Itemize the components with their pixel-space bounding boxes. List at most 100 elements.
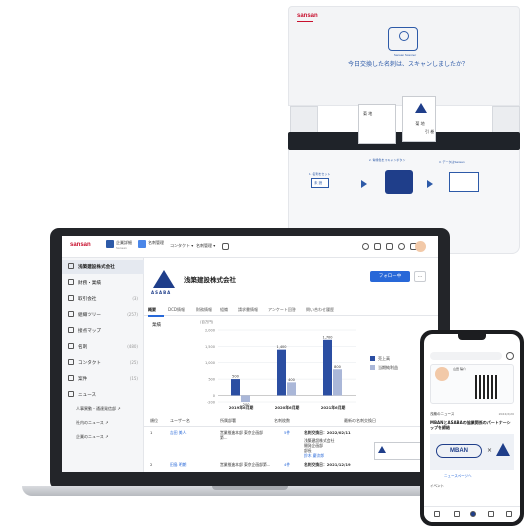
sidebar-item-cards[interactable]: 名刺 (480): [62, 340, 144, 354]
tab-invoice[interactable]: 請求書情報: [238, 307, 258, 313]
legend-label: 当期純利益: [378, 364, 398, 370]
sidebar-item-count: (25): [129, 360, 138, 365]
deal-icon: [68, 375, 74, 381]
sidebar-item-news[interactable]: ニュース: [62, 388, 144, 402]
mail-icon[interactable]: [386, 243, 393, 250]
tab-active-underline: [148, 315, 164, 317]
home-icon[interactable]: [434, 511, 440, 517]
chart-bar: [287, 382, 296, 396]
legend-label: 売上高: [378, 355, 390, 361]
card-exchange-table: 順位 ユーザー名 所属部署 名刺枚数 最新の名刺交換日 1 吉田 美人 営業推進…: [144, 416, 438, 472]
list-icon[interactable]: [488, 511, 494, 517]
card-name: 菊 地: [363, 111, 373, 116]
data-label: 1,400: [276, 345, 286, 349]
tab-inquiry[interactable]: 問い合わせ履歴: [306, 307, 334, 313]
sidebar-item-count: (15): [129, 376, 138, 381]
business-card-thumbnail[interactable]: [374, 442, 426, 460]
user-avatar[interactable]: [415, 241, 426, 252]
news-banner[interactable]: MBAN ×: [430, 434, 514, 470]
bar-chart-svg: 2,0001,5001,0005000-200500-2002019年6月期1,…: [205, 329, 398, 411]
sidebar-item-contacts[interactable]: コンタクト (25): [62, 356, 144, 370]
sidebar-item-count: (257): [127, 312, 138, 317]
scan-step-2: 2. 青緑色をスキャンボタン: [369, 158, 406, 162]
scanner: sansan Sansan Scanner 今日交換した名刺は、スキャンしました…: [282, 6, 524, 256]
sidebar-item-contact-map[interactable]: 接点マップ: [62, 324, 144, 338]
building-icon: [68, 263, 74, 269]
phone-business-card[interactable]: 山田 陽介: [430, 364, 514, 404]
more-button[interactable]: …: [414, 271, 426, 282]
asaba-logo-icon: [415, 103, 427, 113]
banner-cross: ×: [487, 447, 493, 454]
avatar: [435, 367, 449, 381]
app-logo[interactable]: sansan: [70, 242, 91, 248]
laptop-notch: [212, 486, 288, 490]
help-icon[interactable]: [362, 243, 369, 250]
nav-card-manage[interactable]: 名刺管理 ▾: [196, 243, 215, 248]
chart-bar: [333, 369, 342, 396]
cell-rank: 1: [150, 430, 153, 435]
share-icon[interactable]: [506, 352, 514, 360]
tab-finance[interactable]: 財務情報: [196, 307, 212, 313]
phone-news-headline[interactable]: MBANとASABAの協業関係のパートナーシップを締結: [430, 420, 514, 430]
tab-org[interactable]: 組織: [220, 307, 228, 313]
sidebar-sub-personnel[interactable]: 人事異動・通達発信部 ↗: [76, 406, 121, 412]
cell-detail-person[interactable]: 鈴木 慶次郎: [304, 453, 324, 459]
asaba-logo-icon: [496, 443, 510, 456]
y-tick-label: 2,000: [205, 329, 215, 333]
camera-icon[interactable]: [470, 511, 476, 517]
performance-chart: 業績 (百万円) 2,000 1,500 1,000 500 0 -200 500 -200 2…: [144, 318, 438, 414]
cell-user[interactable]: 吉田 美人: [170, 430, 186, 436]
phone-search-bar[interactable]: [430, 352, 502, 360]
nav-company[interactable]: 企業詳細 Sansan: [116, 240, 132, 251]
tab-dcd[interactable]: DCD情報: [168, 307, 185, 313]
nav-cards[interactable]: 名刺管理: [148, 240, 164, 245]
inbox-icon: 未 読: [311, 178, 329, 188]
th-dept: 所属部署: [220, 418, 236, 423]
company-icon: [106, 240, 114, 248]
main-content: ASABA 浅築建設株式会社 フォロー中 … 概要 DCD情報 財務情報 組織 …: [144, 258, 438, 472]
search-icon[interactable]: [454, 511, 460, 517]
chat-icon[interactable]: [398, 243, 405, 250]
th-date: 最新の名刺交換日: [344, 418, 376, 423]
phone-event-title: イベント: [430, 484, 444, 488]
cell-user[interactable]: 田島 明朗: [170, 462, 186, 468]
sidebar-item-deals[interactable]: 案件 (15): [62, 372, 144, 386]
chart-bar: [241, 395, 250, 402]
sidebar-item-label: 組織ツリー: [78, 313, 101, 318]
tab-overview[interactable]: 概要: [148, 307, 156, 313]
grid-icon[interactable]: [222, 243, 229, 250]
table-header-divider: [144, 426, 438, 427]
sidebar-item-count: (3): [132, 296, 138, 301]
menu-icon[interactable]: [506, 511, 512, 517]
sidebar-item-finance[interactable]: 財務・業績: [62, 276, 144, 290]
scanner-logo-underline: [297, 21, 313, 22]
card2-name2: 引 巻: [425, 129, 435, 134]
data-label: 1,700: [322, 335, 332, 339]
follow-button[interactable]: フォロー中: [370, 271, 410, 282]
cell-count[interactable]: 5件: [284, 430, 290, 436]
sidebar: 浅築建設株式会社 財務・業績 取引会社 (3) 組織ツリー (257) 接点マッ…: [62, 258, 144, 472]
phone-card-name: 山田 陽介: [453, 367, 466, 371]
cell-count[interactable]: 4件: [284, 462, 290, 468]
data-label: 500: [232, 375, 239, 379]
legend-swatch: [370, 356, 375, 361]
sidebar-item-org-tree[interactable]: 組織ツリー (257): [62, 308, 144, 322]
nav-contact[interactable]: コンタクト ▾: [170, 243, 193, 248]
sidebar-item-partners[interactable]: 取引会社 (3): [62, 292, 144, 306]
cell-date: 名刺交換日：2022/02/11: [304, 430, 351, 435]
business-card: 菊 地: [358, 104, 396, 144]
scan-step-1: 1. 名刺をセット: [309, 172, 331, 176]
news-page-link[interactable]: ニュースページへ: [444, 474, 472, 479]
cell-date: 名刺交換日：2021/12/19: [304, 462, 351, 467]
apps-icon[interactable]: [374, 243, 381, 250]
company-logo: ASABA: [150, 268, 178, 296]
sidebar-item-label: 案件: [78, 377, 88, 382]
contact-icon: [68, 359, 74, 365]
y-tick-label: -200: [207, 401, 215, 405]
sidebar-sub-company-news[interactable]: 企業のニュース ↗: [76, 434, 108, 440]
tab-survey[interactable]: アンケート回答: [268, 307, 296, 313]
sidebar-company[interactable]: 浅築建設株式会社: [62, 260, 144, 274]
sidebar-sub-internal-news[interactable]: 社内のニュース ↗: [76, 420, 108, 426]
card-icon: [68, 343, 74, 349]
phone-bottom-nav: [424, 506, 520, 522]
